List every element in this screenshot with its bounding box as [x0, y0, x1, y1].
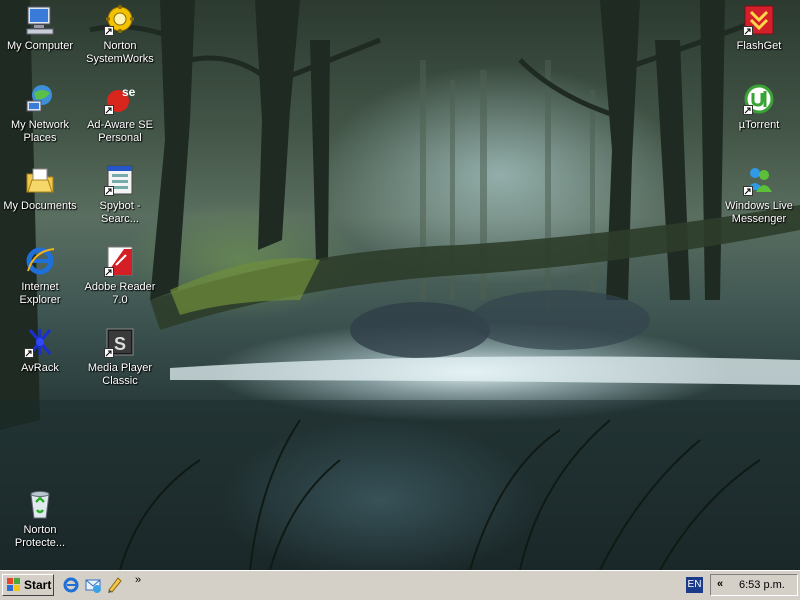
- svg-text:S: S: [114, 334, 126, 354]
- desktop-icon-label: My Documents: [3, 200, 77, 212]
- shortcut-arrow-icon: [104, 105, 114, 115]
- quick-launch-internet-explorer-icon[interactable]: [62, 576, 80, 594]
- desktop-icon-norton-protected-recycle-bin[interactable]: Norton Protecte...: [2, 488, 78, 550]
- my-computer-icon: [24, 4, 56, 36]
- flashget-icon: [743, 4, 775, 36]
- taskbar: Start » EN « 6:53 p.m.: [0, 570, 800, 600]
- shortcut-arrow-icon: [24, 348, 34, 358]
- desktop-icon-windows-live-messenger[interactable]: Windows Live Messenger: [721, 164, 797, 226]
- desktop-icon-label: Windows Live Messenger: [725, 200, 793, 225]
- desktop-icon-label: FlashGet: [736, 40, 782, 52]
- network-places-icon: [24, 83, 56, 115]
- my-documents-icon: [24, 164, 56, 196]
- shortcut-arrow-icon: [104, 26, 114, 36]
- desktop-icon-internet-explorer[interactable]: Internet Explorer: [2, 245, 78, 307]
- internet-explorer-icon: [24, 245, 56, 277]
- desktop-icon-norton-systemworks[interactable]: Norton SystemWorks: [82, 4, 158, 66]
- desktop-icon-label: Ad-Aware SE Personal: [87, 119, 153, 144]
- desktop-icon-ad-aware[interactable]: se Ad-Aware SE Personal: [82, 83, 158, 145]
- recycle-bin-icon: [24, 488, 56, 520]
- shortcut-arrow-icon: [743, 186, 753, 196]
- desktop-icon-label: My Computer: [6, 40, 74, 52]
- quick-launch-show-desktop-icon[interactable]: [106, 576, 124, 594]
- desktop-icon-my-computer[interactable]: My Computer: [2, 4, 78, 53]
- desktop[interactable]: My Computer My Network Places My Documen…: [0, 0, 800, 570]
- language-indicator[interactable]: EN: [686, 577, 703, 593]
- desktop-icon-label: My Network Places: [10, 119, 70, 144]
- desktop-icon-label: Spybot - Searc...: [99, 200, 141, 225]
- quick-launch-outlook-express-icon[interactable]: [84, 576, 102, 594]
- avrack-icon: [24, 326, 56, 358]
- ad-aware-icon: se: [104, 83, 136, 115]
- desktop-icon-label: Norton Protecte...: [14, 524, 66, 549]
- desktop-icon-my-documents[interactable]: My Documents: [2, 164, 78, 213]
- desktop-icon-adobe-reader[interactable]: Adobe Reader 7.0: [82, 245, 158, 307]
- messenger-icon: [743, 164, 775, 196]
- svg-text:se: se: [122, 85, 136, 99]
- tray-expand-button[interactable]: «: [717, 578, 723, 590]
- spybot-icon: [104, 164, 136, 196]
- shortcut-arrow-icon: [743, 105, 753, 115]
- desktop-icon-label: µTorrent: [738, 119, 780, 131]
- desktop-icon-label: Internet Explorer: [19, 281, 61, 306]
- start-label: Start: [24, 578, 52, 592]
- shortcut-arrow-icon: [743, 26, 753, 36]
- windows-logo-icon: [7, 578, 21, 598]
- utorrent-icon: [743, 83, 775, 115]
- desktop-icon-label: Media Player Classic: [87, 362, 153, 387]
- shortcut-arrow-icon: [104, 186, 114, 196]
- desktop-icon-label: AvRack: [21, 362, 59, 374]
- desktop-icon-my-network-places[interactable]: My Network Places: [2, 83, 78, 145]
- shortcut-arrow-icon: [104, 267, 114, 277]
- desktop-icon-media-player-classic[interactable]: S Media Player Classic: [82, 326, 158, 388]
- desktop-icon-spybot[interactable]: Spybot - Searc...: [82, 164, 158, 226]
- desktop-icon-label: Norton SystemWorks: [86, 40, 154, 65]
- clock[interactable]: 6:53 p.m.: [739, 579, 785, 591]
- system-tray: « 6:53 p.m.: [710, 574, 798, 596]
- start-button[interactable]: Start: [2, 574, 54, 596]
- norton-systemworks-icon: [104, 4, 136, 36]
- quick-launch-more-button[interactable]: »: [135, 574, 141, 586]
- media-player-classic-icon: S: [104, 326, 136, 358]
- desktop-icon-flashget[interactable]: FlashGet: [721, 4, 797, 53]
- adobe-reader-icon: [104, 245, 136, 277]
- desktop-icon-avrack[interactable]: AvRack: [2, 326, 78, 375]
- desktop-icon-label: Adobe Reader 7.0: [84, 281, 156, 306]
- desktop-icon-utorrent[interactable]: µTorrent: [721, 83, 797, 132]
- shortcut-arrow-icon: [104, 348, 114, 358]
